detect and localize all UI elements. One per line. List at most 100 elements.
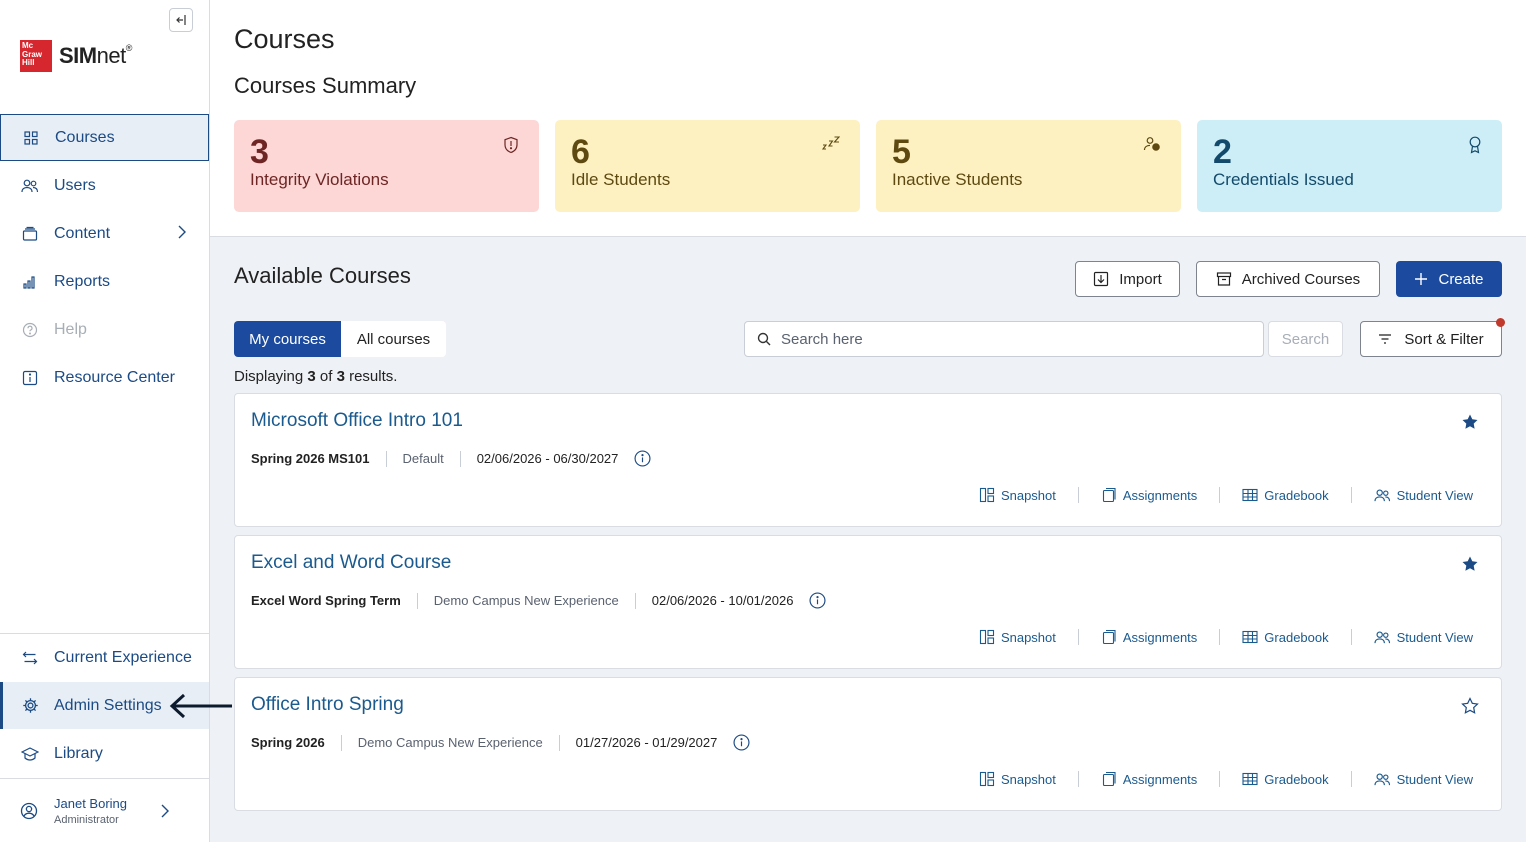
course-title[interactable]: Excel and Word Course [251, 552, 451, 574]
create-button[interactable]: Create [1396, 261, 1502, 297]
assignments-icon [1101, 487, 1117, 503]
info-circle-icon[interactable] [809, 592, 826, 609]
course-card[interactable]: Microsoft Office Intro 101 Spring 2026 M… [234, 393, 1502, 527]
nav-courses[interactable]: Courses [0, 114, 209, 161]
user-menu[interactable]: Janet Boring Administrator [0, 779, 209, 842]
course-card[interactable]: Excel and Word Course Excel Word Spring … [234, 535, 1502, 669]
tab-my-courses[interactable]: My courses [234, 321, 341, 357]
nav-reports-label: Reports [54, 272, 111, 290]
summary-section: Courses Courses Summary 3 Integrity Viol… [210, 0, 1526, 237]
star-filled-icon[interactable] [1461, 555, 1479, 573]
nav-current-experience-label: Current Experience [54, 648, 192, 666]
snapshot-link[interactable]: Snapshot [979, 629, 1056, 645]
summary-title: Courses Summary [234, 73, 417, 98]
sleep-zzz-icon [822, 136, 840, 150]
archived-courses-button[interactable]: Archived Courses [1196, 261, 1380, 297]
nav-content[interactable]: Content [0, 210, 209, 257]
gradebook-link[interactable]: Gradebook [1242, 630, 1329, 645]
main-content: Courses Courses Summary 3 Integrity Viol… [210, 0, 1526, 842]
collapse-sidebar-button[interactable] [169, 8, 193, 32]
summary-card-inactive[interactable]: 5 Inactive Students [876, 120, 1181, 212]
snapshot-link[interactable]: Snapshot [979, 487, 1056, 503]
gradebook-link[interactable]: Gradebook [1242, 772, 1329, 787]
divider [340, 734, 342, 751]
assignments-link[interactable]: Assignments [1101, 771, 1197, 787]
users-icon [1374, 772, 1391, 787]
bar-chart-icon [20, 272, 40, 292]
import-button[interactable]: Import [1075, 261, 1180, 297]
user-name: Janet Boring [54, 795, 127, 811]
tab-all-courses[interactable]: All courses [341, 321, 446, 357]
divider [558, 734, 560, 751]
nav-resource-center[interactable]: Resource Center [0, 354, 209, 401]
nav-users[interactable]: Users [0, 162, 209, 209]
nav-help[interactable]: Help [0, 306, 209, 353]
course-meta: Spring 2026 MS101 Default 02/06/2026 - 0… [251, 450, 651, 467]
search-icon [757, 332, 771, 346]
student-view-link[interactable]: Student View [1374, 772, 1473, 787]
course-meta: Excel Word Spring Term Demo Campus New E… [251, 592, 826, 609]
nav-library[interactable]: Library [0, 730, 209, 777]
course-code: Excel Word Spring Term [251, 593, 401, 608]
info-circle-icon[interactable] [634, 450, 651, 467]
summary-label: Idle Students [571, 170, 671, 189]
chevron-right-icon [161, 804, 169, 818]
simnet-wordmark: SIMnet® [59, 43, 132, 68]
archived-courses-label: Archived Courses [1241, 270, 1361, 288]
nav-library-label: Library [54, 744, 103, 762]
search-input[interactable] [781, 330, 1241, 348]
divider [1077, 487, 1079, 503]
course-dates: 02/06/2026 - 10/01/2026 [651, 593, 794, 608]
course-title[interactable]: Microsoft Office Intro 101 [251, 410, 463, 432]
users-icon [20, 176, 40, 196]
assignments-link[interactable]: Assignments [1101, 629, 1197, 645]
student-view-link[interactable]: Student View [1374, 630, 1473, 645]
course-title[interactable]: Office Intro Spring [251, 694, 404, 716]
nav-users-label: Users [54, 176, 96, 194]
snapshot-link[interactable]: Snapshot [979, 771, 1056, 787]
course-campus: Demo Campus New Experience [357, 735, 543, 750]
student-view-link[interactable]: Student View [1374, 488, 1473, 503]
info-circle-icon[interactable] [733, 734, 750, 751]
create-label: Create [1438, 270, 1484, 288]
assignments-link[interactable]: Assignments [1101, 487, 1197, 503]
award-icon [1469, 136, 1481, 154]
gradebook-link[interactable]: Gradebook [1242, 488, 1329, 503]
snapshot-icon [979, 629, 995, 645]
sort-filter-button[interactable]: Sort & Filter [1360, 318, 1505, 357]
course-meta: Spring 2026 Demo Campus New Experience 0… [251, 734, 750, 751]
table-grid-icon [1242, 772, 1258, 786]
divider [1077, 629, 1079, 645]
summary-card-integrity[interactable]: 3 Integrity Violations [234, 120, 539, 212]
divider [1350, 629, 1352, 645]
gear-icon [20, 696, 40, 716]
star-filled-icon[interactable] [1461, 413, 1479, 431]
star-outline-icon[interactable] [1461, 697, 1479, 715]
assignments-icon [1101, 629, 1117, 645]
summary-card-credentials[interactable]: 2 Credentials Issued [1197, 120, 1502, 212]
user-role: Administrator [54, 813, 119, 826]
avatar-icon [20, 802, 38, 820]
course-card[interactable]: Office Intro Spring Spring 2026 Demo Cam… [234, 677, 1502, 811]
chevron-right-icon [178, 225, 186, 239]
summary-label: Inactive Students [892, 170, 1023, 189]
nav-reports[interactable]: Reports [0, 258, 209, 305]
swap-icon [20, 648, 40, 668]
filter-lines-icon [1379, 334, 1392, 344]
summary-card-idle[interactable]: 6 Idle Students [555, 120, 860, 212]
table-grid-icon [1242, 488, 1258, 502]
search-button[interactable]: Search [1268, 321, 1343, 357]
nav-courses-label: Courses [55, 128, 115, 146]
nav-current-experience[interactable]: Current Experience [0, 634, 209, 681]
user-clock-icon [1143, 137, 1160, 151]
plus-icon [1414, 272, 1428, 286]
shield-alert-icon [504, 136, 518, 154]
search-field[interactable] [744, 321, 1264, 357]
divider [1350, 487, 1352, 503]
simnet-logo[interactable]: Mc Graw Hill SIMnet® [20, 40, 132, 72]
nav-content-label: Content [54, 224, 111, 242]
divider [385, 450, 387, 467]
divider [416, 592, 418, 609]
course-links: Snapshot Assignments Gradebook Student V… [979, 771, 1473, 787]
graduation-cap-icon [20, 744, 40, 764]
